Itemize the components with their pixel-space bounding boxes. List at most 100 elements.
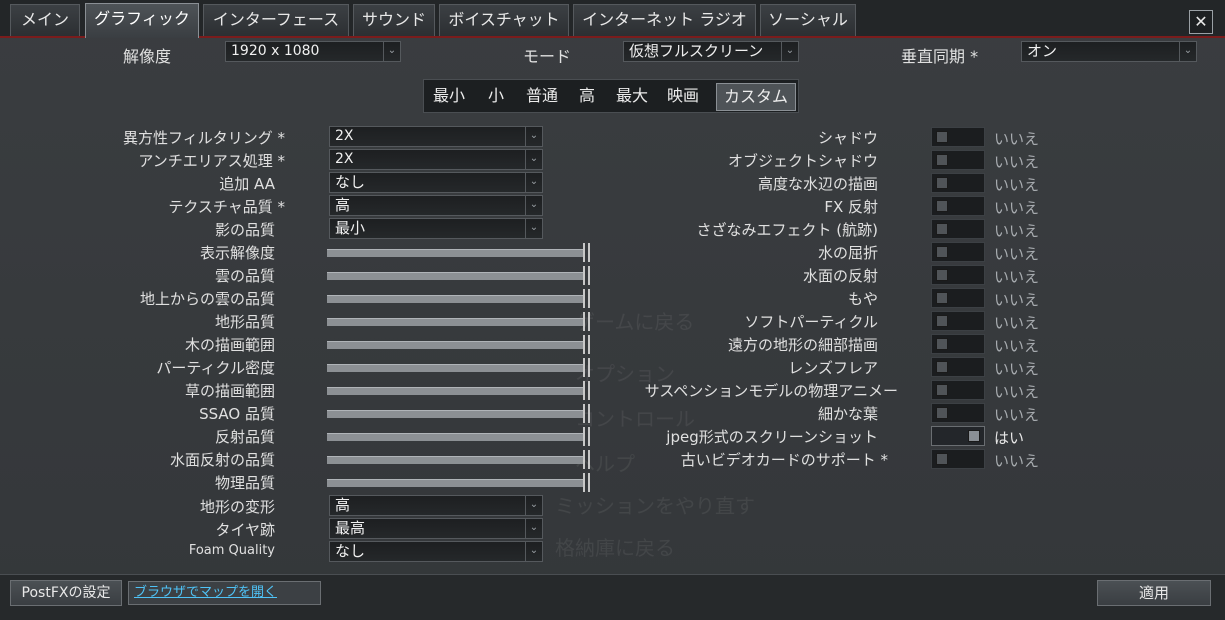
wake-effect-toggle[interactable]: [931, 219, 985, 239]
physics-quality-slider[interactable]: [327, 473, 590, 492]
tab-bar: メイン グラフィック インターフェース サウンド ボイスチャット インターネット…: [0, 0, 1225, 38]
preset-max[interactable]: 最大: [611, 83, 653, 111]
lens-flare-toggle[interactable]: [931, 357, 985, 377]
preset-low[interactable]: 小: [479, 83, 513, 111]
antialiasing-select[interactable]: 2X ⌄: [329, 149, 543, 170]
slider-thumb[interactable]: [583, 335, 590, 354]
distant-terrain-detail-toggle[interactable]: [931, 334, 985, 354]
soft-particles-toggle[interactable]: [931, 311, 985, 331]
resolution-label: 解像度: [123, 47, 172, 66]
grass-distance-slider[interactable]: [327, 381, 590, 400]
preset-minimum[interactable]: 最小: [428, 83, 470, 111]
tire-tracks-select[interactable]: 最高 ⌄: [329, 518, 543, 539]
fx-reflections-toggle[interactable]: [931, 196, 985, 216]
setting-label: 細かな葉: [817, 405, 878, 423]
haze-toggle[interactable]: [931, 288, 985, 308]
jpeg-screenshot-toggle[interactable]: [931, 426, 985, 446]
tab-main[interactable]: メイン: [10, 4, 80, 36]
setting-label: SSAO 品質: [199, 405, 275, 423]
vsync-label: 垂直同期 *: [901, 47, 979, 66]
chevron-down-icon: ⌄: [525, 127, 542, 146]
toggle-knob: [968, 430, 980, 442]
toggle-knob: [936, 384, 948, 396]
select-value: 2X: [335, 128, 354, 144]
ground-cloud-quality-slider[interactable]: [327, 289, 590, 308]
toggle-knob: [936, 154, 948, 166]
extra-aa-select[interactable]: なし ⌄: [329, 172, 543, 193]
open-map-in-browser-link[interactable]: ブラウザでマップを開く: [128, 581, 321, 605]
foam-quality-select[interactable]: なし ⌄: [329, 541, 543, 562]
quality-preset-bar: 最小 小 普通 高 最大 映画 カスタム: [423, 79, 799, 113]
setting-label: 反射品質: [214, 428, 275, 446]
advanced-shore-toggle[interactable]: [931, 173, 985, 193]
slider-thumb[interactable]: [583, 473, 590, 492]
cloud-quality-slider[interactable]: [327, 266, 590, 285]
slider-thumb[interactable]: [583, 312, 590, 331]
terrain-quality-slider[interactable]: [327, 312, 590, 331]
setting-label: サスペンションモデルの物理アニメー: [644, 382, 898, 400]
tab-graphics[interactable]: グラフィック: [85, 3, 199, 38]
suspension-animation-toggle[interactable]: [931, 380, 985, 400]
setting-label: 高度な水辺の描画: [757, 175, 878, 193]
resolution-select[interactable]: 1920 x 1080 ⌄: [225, 41, 401, 62]
setting-label: タイヤ跡: [215, 521, 275, 539]
slider-thumb[interactable]: [583, 404, 590, 423]
tab-voice-chat[interactable]: ボイスチャット: [439, 4, 569, 36]
old-gpu-support-toggle[interactable]: [931, 449, 985, 469]
setting-label: 水の屈折: [817, 244, 878, 262]
setting-label: 地上からの雲の品質: [139, 290, 275, 308]
preset-movie[interactable]: 映画: [662, 83, 704, 111]
slider-thumb[interactable]: [583, 243, 590, 262]
vsync-select[interactable]: オン ⌄: [1021, 41, 1197, 62]
anisotropic-filter-select[interactable]: 2X ⌄: [329, 126, 543, 147]
object-shadows-toggle[interactable]: [931, 150, 985, 170]
particle-density-slider[interactable]: [327, 358, 590, 377]
water-reflection-quality-slider[interactable]: [327, 450, 590, 469]
water-surface-reflection-toggle[interactable]: [931, 265, 985, 285]
chevron-down-icon: ⌄: [1179, 42, 1196, 61]
setting-label: FX 反射: [824, 198, 878, 216]
select-value: なし: [335, 173, 366, 191]
preset-high[interactable]: 高: [572, 83, 602, 111]
fine-foliage-toggle[interactable]: [931, 403, 985, 423]
slider-thumb[interactable]: [583, 266, 590, 285]
setting-label: テクスチャ品質 *: [168, 198, 285, 216]
graphics-settings-window: メイン グラフィック インターフェース サウンド ボイスチャット インターネット…: [0, 0, 1225, 620]
slider-thumb[interactable]: [583, 381, 590, 400]
vsync-value: オン: [1027, 42, 1058, 60]
tab-internet-radio[interactable]: インターネット ラジオ: [573, 4, 756, 36]
water-refraction-toggle[interactable]: [931, 242, 985, 262]
terrain-deformation-select[interactable]: 高 ⌄: [329, 495, 543, 516]
preset-custom[interactable]: カスタム: [716, 83, 796, 111]
apply-button[interactable]: 適用: [1097, 580, 1211, 606]
tree-distance-slider[interactable]: [327, 335, 590, 354]
toggle-knob: [936, 269, 948, 281]
select-value: なし: [335, 542, 366, 560]
slider-thumb[interactable]: [583, 289, 590, 308]
shadows-toggle[interactable]: [931, 127, 985, 147]
mode-select[interactable]: 仮想フルスクリーン ⌄: [623, 41, 799, 62]
reflection-quality-slider[interactable]: [327, 427, 590, 446]
toggle-state: いいえ: [994, 130, 1040, 148]
setting-label: もや: [847, 290, 878, 308]
ssao-quality-slider[interactable]: [327, 404, 590, 423]
slider-thumb[interactable]: [583, 427, 590, 446]
tab-interface[interactable]: インターフェース: [203, 4, 349, 36]
shadow-quality-select[interactable]: 最小 ⌄: [329, 218, 543, 239]
render-resolution-slider[interactable]: [327, 243, 590, 262]
toggle-state: いいえ: [994, 406, 1040, 424]
setting-label: 異方性フィルタリング *: [123, 129, 285, 147]
tab-social[interactable]: ソーシャル: [760, 4, 856, 36]
texture-quality-select[interactable]: 高 ⌄: [329, 195, 543, 216]
chevron-down-icon: ⌄: [525, 519, 542, 538]
ghost-menu-item: ミッションをやり直す: [555, 494, 755, 518]
preset-medium[interactable]: 普通: [521, 83, 563, 111]
close-button[interactable]: ✕: [1189, 10, 1213, 34]
slider-thumb[interactable]: [583, 358, 590, 377]
tab-sound[interactable]: サウンド: [353, 4, 435, 36]
toggle-knob: [936, 338, 948, 350]
setting-label: 追加 AA: [219, 175, 275, 193]
slider-thumb[interactable]: [583, 450, 590, 469]
resolution-value: 1920 x 1080: [231, 43, 320, 59]
postfx-settings-button[interactable]: PostFXの設定: [10, 580, 122, 606]
